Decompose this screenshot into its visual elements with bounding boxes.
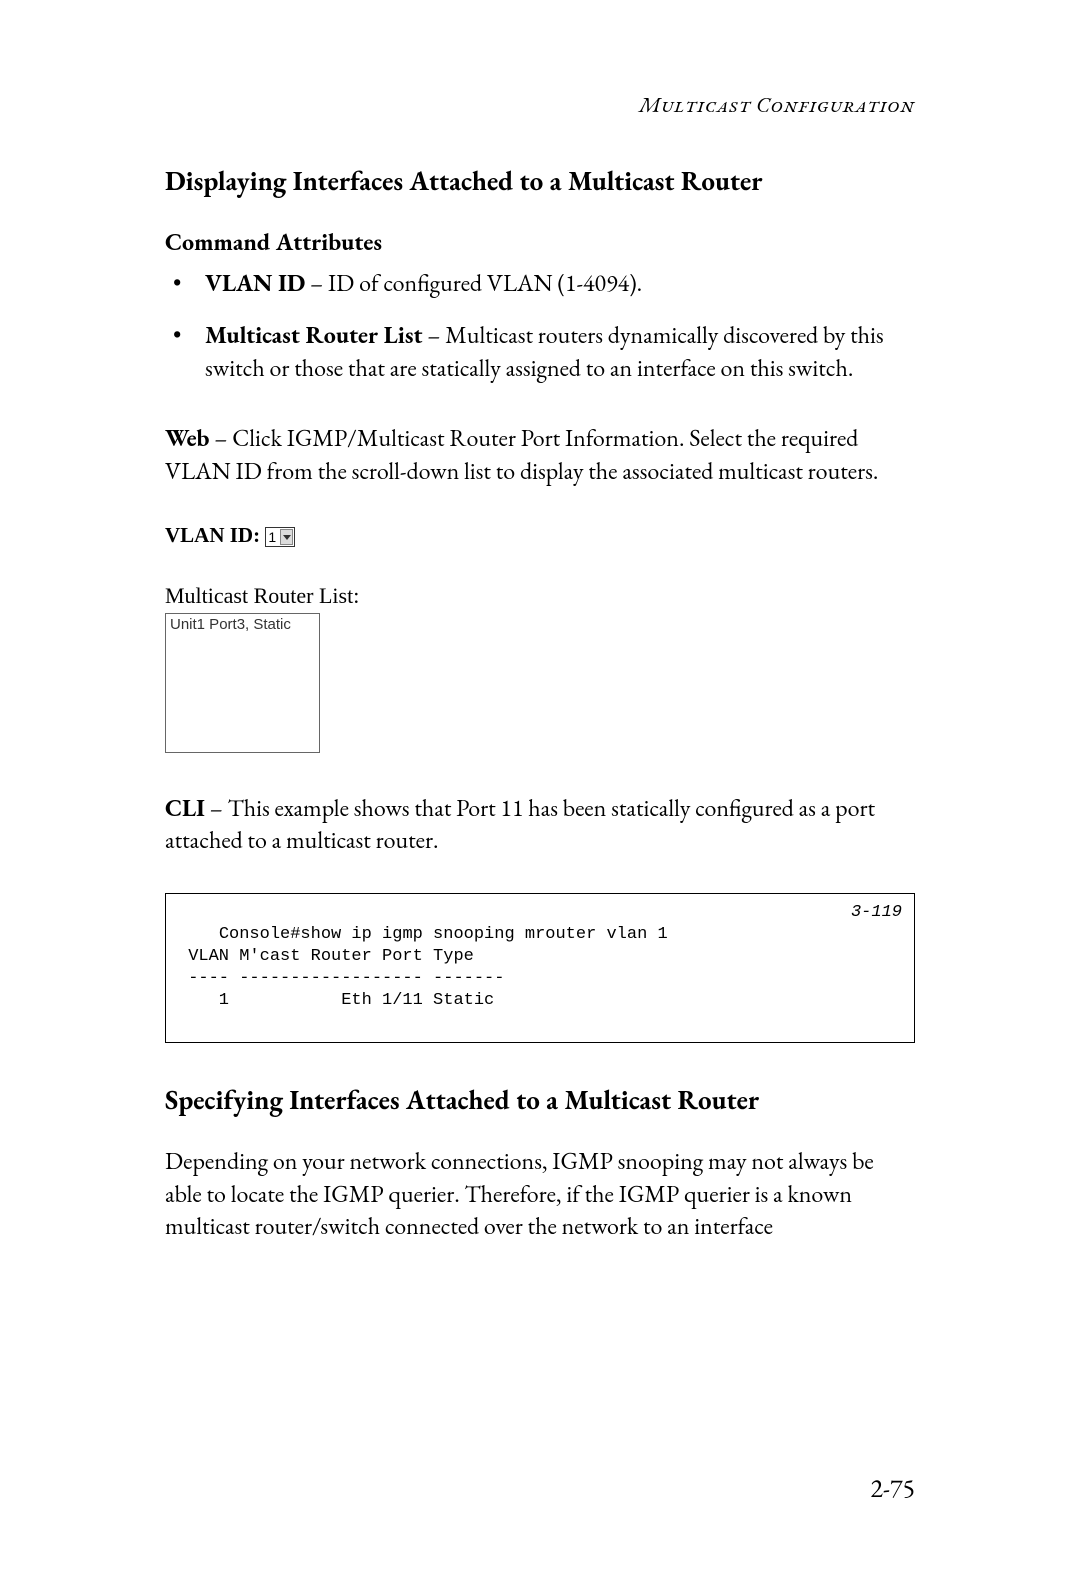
web-label: Web [165, 423, 209, 454]
command-attributes-label: Command Attributes [165, 227, 915, 258]
page-number: 2-75 [870, 1471, 915, 1505]
mrl-listbox[interactable]: Unit1 Port3, Static [165, 613, 320, 753]
cli-label: CLI [165, 793, 205, 824]
page-header: Multicast Configuration [165, 90, 915, 119]
section-title-display: Displaying Interfaces Attached to a Mult… [165, 164, 915, 199]
section2-body: Depending on your network connections, I… [165, 1146, 915, 1243]
vlan-id-select[interactable]: 1 [265, 527, 295, 547]
web-paragraph: Web – Click IGMP/Multicast Router Port I… [165, 423, 915, 488]
cli-page-ref: 3-119 [851, 902, 902, 924]
page: Multicast Configuration Displaying Inter… [0, 0, 1080, 1570]
section-title-specify: Specifying Interfaces Attached to a Mult… [165, 1083, 915, 1118]
cli-output-text: Console#show ip igmp snooping mrouter vl… [178, 925, 668, 1010]
attr-desc-vlan-id: – ID of configured VLAN (1-4094). [305, 268, 642, 299]
attr-item-vlan-id: VLAN ID – ID of configured VLAN (1-4094)… [165, 268, 915, 300]
vlan-id-label: VLAN ID: [165, 523, 260, 547]
attr-item-mrl: Multicast Router List – Multicast router… [165, 320, 915, 385]
chevron-down-icon[interactable] [280, 529, 293, 545]
mrl-list-item[interactable]: Unit1 Port3, Static [170, 616, 315, 633]
web-text: – Click IGMP/Multicast Router Port Infor… [165, 423, 878, 486]
mrl-label: Multicast Router List: [165, 583, 915, 609]
attribute-list: VLAN ID – ID of configured VLAN (1-4094)… [165, 268, 915, 385]
cli-paragraph: CLI – This example shows that Port 11 ha… [165, 793, 915, 858]
vlan-id-row: VLAN ID: 1 [165, 523, 915, 548]
attr-name-vlan-id: VLAN ID [205, 268, 305, 299]
vlan-id-value: 1 [268, 529, 276, 545]
web-ui-screenshot: VLAN ID: 1 Multicast Router List: Unit1 … [165, 523, 915, 753]
attr-name-mrl: Multicast Router List [205, 320, 422, 351]
cli-text: – This example shows that Port 11 has be… [165, 793, 875, 856]
cli-output-box: 3-119 Console#show ip igmp snooping mrout… [165, 893, 915, 1044]
